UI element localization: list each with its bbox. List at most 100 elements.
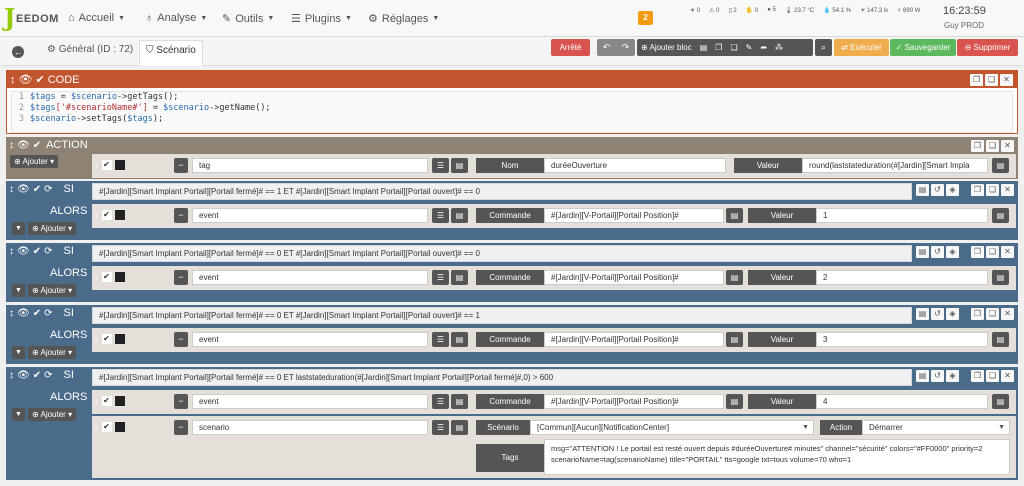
expression-icon[interactable]: ▤ [992, 394, 1009, 409]
cmd-select-icon[interactable]: ▤ [726, 394, 743, 409]
user-name[interactable]: Guy PROD [944, 21, 984, 30]
condition-field[interactable]: #[Jardin][Smart Implant Portail][Portail… [92, 307, 912, 324]
command-field[interactable]: #[Jardin][V-Portail][Portail Position]# [544, 332, 724, 347]
action-cmd-field[interactable]: event [192, 270, 428, 285]
eye-icon[interactable]: 👁 [17, 370, 30, 381]
expression-icon[interactable]: ▤ [992, 270, 1009, 285]
nav-accueil[interactable]: ⌂ Accueil ▼ [68, 12, 125, 24]
action-select[interactable]: Démarrer ▼ [862, 420, 1010, 435]
expression-icon[interactable]: ▤ [992, 332, 1009, 347]
cube-icon[interactable]: ◈ [946, 246, 959, 258]
expression-icon[interactable]: ▤ [992, 158, 1009, 173]
copy-block-icon[interactable]: ❐ [971, 184, 984, 196]
add-action-button[interactable]: ⊕ Ajouter ▾ [28, 408, 77, 421]
value-field[interactable]: 4 [816, 394, 988, 409]
collapse-dropdown[interactable]: ▼ [12, 408, 25, 421]
eye-icon[interactable]: 👁 [17, 140, 30, 151]
code-editor[interactable]: 1 $tags = $scenario ->getTags(); 2 $tags ['#… [11, 91, 1013, 133]
drag-handle-icon[interactable]: ↕ [94, 396, 99, 406]
collapse-dropdown[interactable]: ▼ [12, 346, 25, 359]
value-field[interactable]: 1 [816, 208, 988, 223]
remove-block-icon[interactable]: ✕ [1001, 308, 1014, 320]
list-icon[interactable]: ☰ [432, 332, 449, 347]
share-icon[interactable]: ➦ [760, 43, 767, 52]
add-action-button[interactable]: ⊕ Ajouter ▾ [28, 284, 77, 297]
expression-icon[interactable]: ▤ [992, 208, 1009, 223]
tags-field[interactable]: msg="ATTENTION ! Le portail est resté ou… [544, 439, 1010, 475]
check-icon[interactable]: ✔ [33, 246, 41, 257]
enable-checkbox[interactable]: ✔ [101, 210, 112, 220]
remove-block-icon[interactable]: ✕ [1001, 370, 1014, 382]
paste-block-icon[interactable]: ❏ [986, 140, 999, 152]
cmd-select-icon[interactable]: ▤ [726, 208, 743, 223]
value-field[interactable]: 2 [816, 270, 988, 285]
nav-reglages[interactable]: ⚙ Réglages ▼ [368, 12, 439, 26]
cmd-select-icon[interactable]: ▤ [451, 158, 468, 173]
history-icon[interactable]: ↺ [931, 184, 944, 196]
enable-checkbox[interactable]: ✔ [101, 160, 112, 170]
nav-outils[interactable]: ✎ Outils ▼ [222, 12, 274, 26]
drag-handle-icon[interactable]: ↕ [94, 422, 99, 432]
action-cmd-field[interactable]: event [192, 332, 428, 347]
drag-handle-icon[interactable]: ↕ [9, 308, 14, 319]
condition-field[interactable]: #[Jardin][Smart Implant Portail][Portail… [92, 245, 912, 262]
enable-checkbox[interactable]: ✔ [101, 334, 112, 344]
remove-action-button[interactable]: − [174, 332, 188, 347]
command-field[interactable]: #[Jardin][V-Portail][Portail Position]# [544, 394, 724, 409]
delete-button[interactable]: ⊖ Supprimer [957, 39, 1018, 56]
cmd-select-icon[interactable]: ▤ [916, 308, 929, 320]
scenario-select[interactable]: [Commun][Aucun][NotificationCenter] ▼ [530, 420, 814, 435]
search-icon[interactable]: ⌕ [815, 39, 832, 56]
drag-handle-icon[interactable]: ↕ [9, 184, 14, 195]
add-action-button[interactable]: ⊕ Ajouter ▾ [28, 222, 77, 235]
check-icon[interactable]: ✔ [33, 184, 41, 195]
cmd-select-icon[interactable]: ▤ [451, 270, 468, 285]
notification-badge[interactable]: 2 [638, 11, 653, 25]
list-icon[interactable]: ☰ [432, 158, 449, 173]
cmd-select-icon[interactable]: ▤ [726, 332, 743, 347]
cmd-select-icon[interactable]: ▤ [451, 332, 468, 347]
remove-action-button[interactable]: − [174, 270, 188, 285]
remove-action-button[interactable]: − [174, 208, 188, 223]
parallel-checkbox[interactable] [114, 422, 125, 432]
save-button[interactable]: ✓ Sauvegarder [890, 39, 956, 56]
remove-block-icon[interactable]: ✕ [1001, 184, 1014, 196]
cmd-select-icon[interactable]: ▤ [726, 270, 743, 285]
refresh-icon[interactable]: ⟳ [44, 246, 52, 257]
list-icon[interactable]: ☰ [432, 208, 449, 223]
undo-icon[interactable]: ↶ [603, 42, 611, 53]
drag-handle-icon[interactable]: ↕ [9, 370, 14, 381]
copy-block-icon[interactable]: ❐ [971, 246, 984, 258]
condition-field[interactable]: #[Jardin][Smart Implant Portail][Portail… [92, 369, 912, 386]
collapse-dropdown[interactable]: ▼ [12, 222, 25, 235]
cube-icon[interactable]: ◈ [946, 308, 959, 320]
paste-block-icon[interactable]: ❏ [986, 184, 999, 196]
value-field[interactable]: round(laststateduration(#[Jardin][Smart … [802, 158, 988, 173]
history-icon[interactable]: ↺ [931, 246, 944, 258]
paste-block-icon[interactable]: ❏ [986, 308, 999, 320]
action-cmd-field[interactable]: scenario [192, 420, 428, 435]
check-icon[interactable]: ✔ [33, 140, 41, 151]
copy-block-icon[interactable]: ❐ [971, 370, 984, 382]
drag-handle-icon[interactable]: ↕ [94, 334, 99, 344]
cubes-icon[interactable]: ⁂ [775, 43, 783, 52]
remove-action-button[interactable]: − [174, 394, 188, 409]
remove-action-button[interactable]: − [174, 420, 188, 435]
enable-checkbox[interactable]: ✔ [101, 396, 112, 406]
cube-icon[interactable]: ◈ [946, 184, 959, 196]
parallel-checkbox[interactable] [114, 396, 125, 406]
drag-handle-icon[interactable]: ↕ [9, 246, 14, 257]
arrow-left-icon[interactable]: ← [12, 46, 24, 58]
history-icon[interactable]: ↺ [931, 370, 944, 382]
cube-icon[interactable]: ◈ [946, 370, 959, 382]
check-icon[interactable]: ✔ [33, 370, 41, 381]
check-icon[interactable]: ✔ [35, 73, 44, 86]
edit-icon[interactable]: ✎ [746, 43, 753, 52]
collapse-dropdown[interactable]: ▼ [12, 284, 25, 297]
refresh-icon[interactable]: ⟳ [44, 308, 52, 319]
paste-block-icon[interactable]: ❏ [985, 74, 998, 86]
cmd-select-icon[interactable]: ▤ [916, 370, 929, 382]
enable-checkbox[interactable]: ✔ [101, 422, 112, 432]
drag-handle-icon[interactable]: ↕ [94, 160, 99, 170]
add-action-button[interactable]: ⊕ Ajouter ▾ [10, 155, 59, 168]
